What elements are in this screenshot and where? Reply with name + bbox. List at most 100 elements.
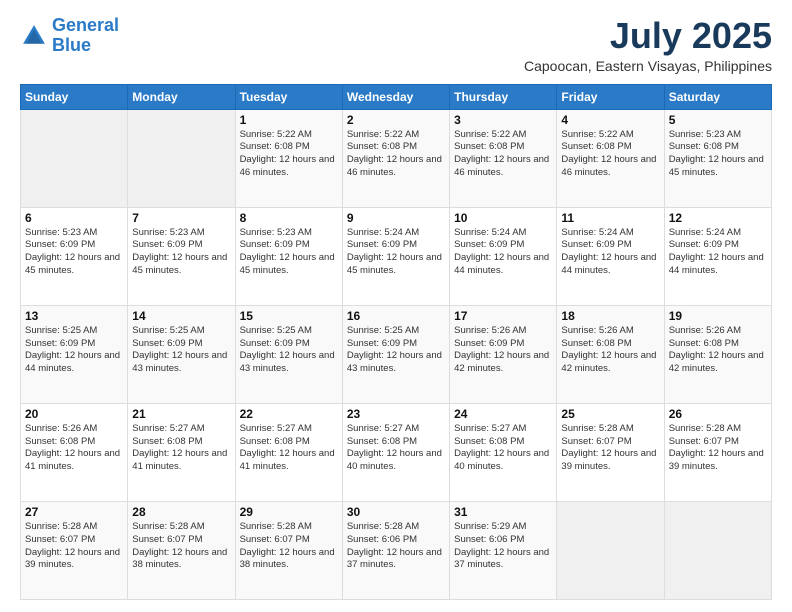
day-number: 29 xyxy=(240,505,338,519)
calendar-cell: 22 Sunrise: 5:27 AMSunset: 6:08 PMDayligh… xyxy=(235,403,342,501)
calendar-cell: 19 Sunrise: 5:26 AMSunset: 6:08 PMDayligh… xyxy=(664,305,771,403)
calendar-cell: 10 Sunrise: 5:24 AMSunset: 6:09 PMDayligh… xyxy=(450,207,557,305)
calendar-cell: 4Sunrise: 5:22 AMSunset: 6:08 PMDaylight… xyxy=(557,109,664,207)
calendar-cell: 27Sunrise: 5:28 AMSunset: 6:07 PMDayligh… xyxy=(21,501,128,599)
header: General Blue July 2025 Capoocan, Eastern… xyxy=(20,16,772,74)
logo: General Blue xyxy=(20,16,119,56)
page: General Blue July 2025 Capoocan, Eastern… xyxy=(0,0,792,612)
cell-content: Sunrise: 5:26 AMSunset: 6:09 PMDaylight:… xyxy=(454,325,552,376)
calendar-cell: 29Sunrise: 5:28 AMSunset: 6:07 PMDayligh… xyxy=(235,501,342,599)
day-number: 16 xyxy=(347,309,445,323)
calendar-cell: 11Sunrise: 5:24 AMSunset: 6:09 PMDayligh… xyxy=(557,207,664,305)
logo-icon xyxy=(20,22,48,50)
cell-content: Sunrise: 5:26 AMSunset: 6:08 PMDaylight:… xyxy=(669,325,767,376)
cell-content: Sunrise: 5:26 AMSunset: 6:08 PMDaylight:… xyxy=(25,423,123,474)
header-cell-monday: Monday xyxy=(128,84,235,109)
day-number: 2 xyxy=(347,113,445,127)
calendar-cell: 5 Sunrise: 5:23 AMSunset: 6:08 PMDaylight… xyxy=(664,109,771,207)
calendar-cell: 2 Sunrise: 5:22 AMSunset: 6:08 PMDaylight… xyxy=(342,109,449,207)
calendar-cell: 31Sunrise: 5:29 AMSunset: 6:06 PMDayligh… xyxy=(450,501,557,599)
calendar-cell: 9 Sunrise: 5:24 AMSunset: 6:09 PMDaylight… xyxy=(342,207,449,305)
calendar-cell: 12 Sunrise: 5:24 AMSunset: 6:09 PMDayligh… xyxy=(664,207,771,305)
cell-content: Sunrise: 5:27 AMSunset: 6:08 PMDaylight:… xyxy=(454,423,552,474)
header-cell-thursday: Thursday xyxy=(450,84,557,109)
calendar-cell: 6 Sunrise: 5:23 AMSunset: 6:09 PMDaylight… xyxy=(21,207,128,305)
calendar-week-1: 1 Sunrise: 5:22 AMSunset: 6:08 PMDaylight… xyxy=(21,109,772,207)
cell-content: Sunrise: 5:23 AMSunset: 6:08 PMDaylight:… xyxy=(669,129,767,180)
day-number: 28 xyxy=(132,505,230,519)
calendar-cell: 24 Sunrise: 5:27 AMSunset: 6:08 PMDayligh… xyxy=(450,403,557,501)
calendar-cell xyxy=(664,501,771,599)
day-number: 25 xyxy=(561,407,659,421)
calendar-cell: 21 Sunrise: 5:27 AMSunset: 6:08 PMDayligh… xyxy=(128,403,235,501)
logo-text: General Blue xyxy=(52,16,119,56)
cell-content: Sunrise: 5:24 AMSunset: 6:09 PMDaylight:… xyxy=(347,227,445,278)
day-number: 14 xyxy=(132,309,230,323)
calendar-table: SundayMondayTuesdayWednesdayThursdayFrid… xyxy=(20,84,772,600)
day-number: 23 xyxy=(347,407,445,421)
cell-content: Sunrise: 5:28 AMSunset: 6:06 PMDaylight:… xyxy=(347,521,445,572)
calendar-cell: 3 Sunrise: 5:22 AMSunset: 6:08 PMDaylight… xyxy=(450,109,557,207)
day-number: 8 xyxy=(240,211,338,225)
cell-content: Sunrise: 5:22 AMSunset: 6:08 PMDaylight:… xyxy=(454,129,552,180)
calendar-cell: 18Sunrise: 5:26 AMSunset: 6:08 PMDayligh… xyxy=(557,305,664,403)
calendar-cell: 26Sunrise: 5:28 AMSunset: 6:07 PMDayligh… xyxy=(664,403,771,501)
cell-content: Sunrise: 5:25 AMSunset: 6:09 PMDaylight:… xyxy=(347,325,445,376)
main-title: July 2025 xyxy=(524,16,772,56)
cell-content: Sunrise: 5:27 AMSunset: 6:08 PMDaylight:… xyxy=(132,423,230,474)
title-block: July 2025 Capoocan, Eastern Visayas, Phi… xyxy=(524,16,772,74)
day-number: 9 xyxy=(347,211,445,225)
day-number: 26 xyxy=(669,407,767,421)
calendar-body: 1 Sunrise: 5:22 AMSunset: 6:08 PMDaylight… xyxy=(21,109,772,599)
calendar-cell xyxy=(21,109,128,207)
day-number: 30 xyxy=(347,505,445,519)
header-row: SundayMondayTuesdayWednesdayThursdayFrid… xyxy=(21,84,772,109)
day-number: 7 xyxy=(132,211,230,225)
calendar-cell: 28 Sunrise: 5:28 AMSunset: 6:07 PMDayligh… xyxy=(128,501,235,599)
day-number: 3 xyxy=(454,113,552,127)
cell-content: Sunrise: 5:28 AMSunset: 6:07 PMDaylight:… xyxy=(132,521,230,572)
day-number: 31 xyxy=(454,505,552,519)
header-cell-tuesday: Tuesday xyxy=(235,84,342,109)
calendar-cell: 20Sunrise: 5:26 AMSunset: 6:08 PMDayligh… xyxy=(21,403,128,501)
day-number: 24 xyxy=(454,407,552,421)
cell-content: Sunrise: 5:24 AMSunset: 6:09 PMDaylight:… xyxy=(454,227,552,278)
cell-content: Sunrise: 5:28 AMSunset: 6:07 PMDaylight:… xyxy=(561,423,659,474)
day-number: 12 xyxy=(669,211,767,225)
cell-content: Sunrise: 5:23 AMSunset: 6:09 PMDaylight:… xyxy=(132,227,230,278)
logo-general: General xyxy=(52,15,119,35)
header-cell-friday: Friday xyxy=(557,84,664,109)
header-cell-saturday: Saturday xyxy=(664,84,771,109)
cell-content: Sunrise: 5:25 AMSunset: 6:09 PMDaylight:… xyxy=(240,325,338,376)
cell-content: Sunrise: 5:24 AMSunset: 6:09 PMDaylight:… xyxy=(669,227,767,278)
cell-content: Sunrise: 5:23 AMSunset: 6:09 PMDaylight:… xyxy=(25,227,123,278)
day-number: 5 xyxy=(669,113,767,127)
day-number: 6 xyxy=(25,211,123,225)
calendar-cell: 16 Sunrise: 5:25 AMSunset: 6:09 PMDayligh… xyxy=(342,305,449,403)
day-number: 10 xyxy=(454,211,552,225)
cell-content: Sunrise: 5:22 AMSunset: 6:08 PMDaylight:… xyxy=(347,129,445,180)
calendar-header: SundayMondayTuesdayWednesdayThursdayFrid… xyxy=(21,84,772,109)
day-number: 13 xyxy=(25,309,123,323)
day-number: 17 xyxy=(454,309,552,323)
day-number: 19 xyxy=(669,309,767,323)
calendar-cell: 7 Sunrise: 5:23 AMSunset: 6:09 PMDaylight… xyxy=(128,207,235,305)
day-number: 27 xyxy=(25,505,123,519)
day-number: 21 xyxy=(132,407,230,421)
cell-content: Sunrise: 5:27 AMSunset: 6:08 PMDaylight:… xyxy=(347,423,445,474)
day-number: 15 xyxy=(240,309,338,323)
calendar-week-2: 6 Sunrise: 5:23 AMSunset: 6:09 PMDaylight… xyxy=(21,207,772,305)
calendar-cell: 17 Sunrise: 5:26 AMSunset: 6:09 PMDayligh… xyxy=(450,305,557,403)
calendar-cell: 25 Sunrise: 5:28 AMSunset: 6:07 PMDayligh… xyxy=(557,403,664,501)
header-cell-sunday: Sunday xyxy=(21,84,128,109)
cell-content: Sunrise: 5:26 AMSunset: 6:08 PMDaylight:… xyxy=(561,325,659,376)
cell-content: Sunrise: 5:23 AMSunset: 6:09 PMDaylight:… xyxy=(240,227,338,278)
cell-content: Sunrise: 5:22 AMSunset: 6:08 PMDaylight:… xyxy=(561,129,659,180)
day-number: 22 xyxy=(240,407,338,421)
day-number: 1 xyxy=(240,113,338,127)
calendar-cell: 23 Sunrise: 5:27 AMSunset: 6:08 PMDayligh… xyxy=(342,403,449,501)
logo-blue: Blue xyxy=(52,36,119,56)
cell-content: Sunrise: 5:27 AMSunset: 6:08 PMDaylight:… xyxy=(240,423,338,474)
calendar-cell: 13Sunrise: 5:25 AMSunset: 6:09 PMDayligh… xyxy=(21,305,128,403)
cell-content: Sunrise: 5:25 AMSunset: 6:09 PMDaylight:… xyxy=(132,325,230,376)
